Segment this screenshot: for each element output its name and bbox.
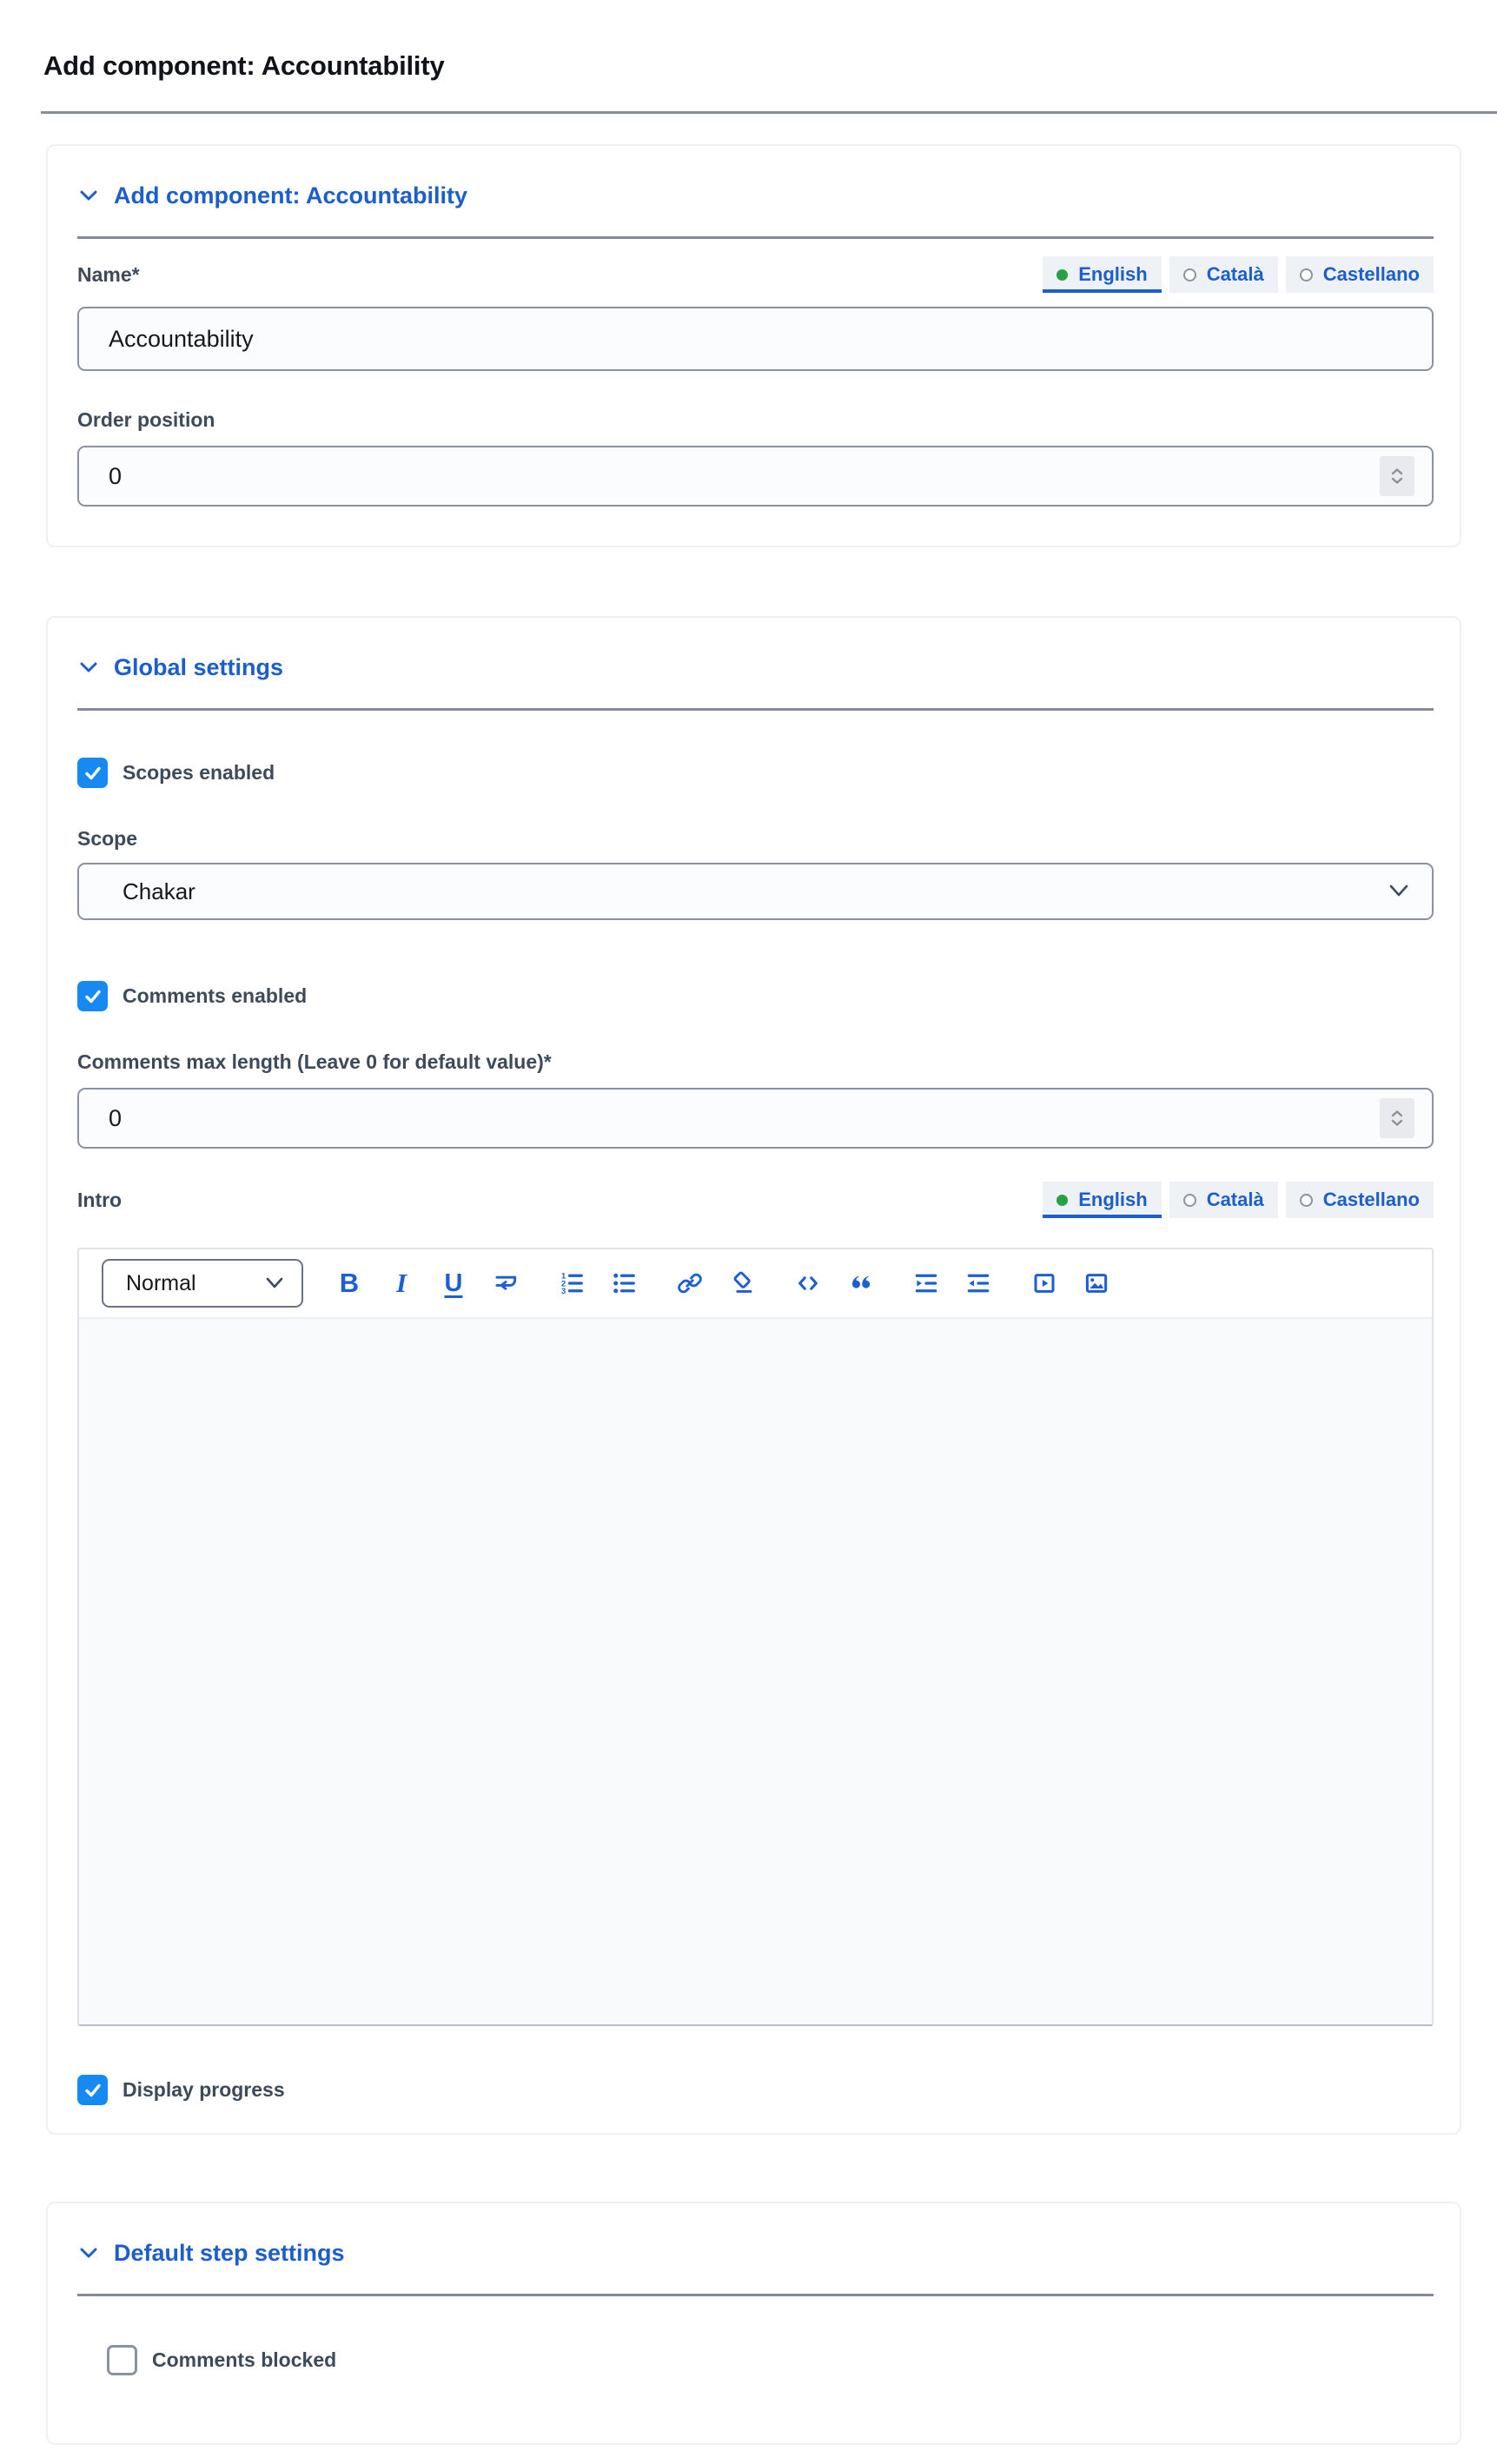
line-break-icon[interactable] — [486, 1263, 526, 1303]
lang-tab-label: Català — [1207, 263, 1264, 286]
chevron-down-icon — [77, 2242, 100, 2264]
card-divider — [77, 708, 1434, 711]
lang-tab-castellano[interactable]: Castellano — [1286, 1182, 1434, 1218]
link-icon[interactable] — [670, 1263, 710, 1303]
checkbox-checked-icon — [77, 2075, 108, 2105]
blockquote-icon[interactable] — [840, 1263, 880, 1303]
scope-select-value: Chakar — [123, 878, 195, 905]
translated-dot-icon — [1057, 1195, 1068, 1206]
comments-blocked-label: Comments blocked — [152, 2348, 336, 2372]
card-legend-label: Add component: Accountability — [114, 182, 467, 209]
comments-enabled-checkbox[interactable]: Comments enabled — [77, 981, 1434, 1011]
name-input[interactable] — [77, 307, 1434, 371]
display-progress-label: Display progress — [123, 2078, 285, 2102]
editor-content-area[interactable] — [79, 1319, 1432, 2024]
scopes-enabled-checkbox[interactable]: Scopes enabled — [77, 758, 1434, 788]
untranslated-circle-icon — [1300, 268, 1313, 282]
video-icon[interactable] — [1024, 1263, 1064, 1303]
image-icon[interactable] — [1076, 1263, 1116, 1303]
order-position-input[interactable] — [77, 446, 1434, 507]
chevron-down-icon — [1388, 884, 1409, 899]
card-divider — [77, 2294, 1434, 2296]
name-label: Name* — [77, 262, 140, 293]
card-legend-label: Global settings — [114, 654, 283, 681]
lang-tab-catala[interactable]: Català — [1169, 256, 1278, 293]
comments-max-length-field — [77, 1088, 1434, 1149]
comments-enabled-label: Comments enabled — [123, 984, 307, 1008]
bullet-list-icon[interactable] — [604, 1263, 644, 1303]
card-add-component-legend[interactable]: Add component: Accountability — [77, 179, 467, 212]
lang-tab-label: English — [1078, 1189, 1147, 1211]
order-position-label: Order position — [77, 407, 1434, 432]
indent-icon[interactable] — [906, 1263, 946, 1303]
page-title: Add component: Accountability — [0, 0, 1497, 83]
text-style-dropdown[interactable]: Normal — [102, 1259, 303, 1308]
chevron-down-icon — [77, 656, 100, 679]
clear-format-icon[interactable] — [722, 1263, 762, 1303]
card-legend-label: Default step settings — [114, 2240, 345, 2267]
checkbox-unchecked-icon — [107, 2345, 137, 2375]
card-global-settings: Global settings Scopes enabled Scope Cha… — [46, 616, 1461, 2135]
lang-tab-label: English — [1078, 263, 1147, 286]
svg-text:3: 3 — [561, 1287, 566, 1295]
editor-toolbar: Normal B I U 123 — [79, 1249, 1432, 1319]
untranslated-circle-icon — [1183, 1194, 1196, 1207]
chevron-down-icon — [265, 1276, 284, 1290]
language-tabs: English Català Castellano — [1043, 1182, 1434, 1218]
comments-blocked-checkbox[interactable]: Comments blocked — [107, 2345, 1434, 2375]
card-divider — [77, 236, 1434, 239]
lang-tab-english[interactable]: English — [1043, 256, 1161, 293]
checkbox-checked-icon — [77, 758, 108, 788]
scopes-enabled-label: Scopes enabled — [123, 761, 275, 785]
chevron-down-icon — [77, 184, 100, 207]
comments-max-length-input[interactable] — [77, 1088, 1434, 1149]
spinner-chevrons-icon — [1388, 467, 1406, 486]
text-style-value: Normal — [126, 1271, 196, 1296]
lang-tab-label: Castellano — [1323, 263, 1420, 286]
title-divider — [41, 111, 1497, 114]
lang-tab-label: Català — [1207, 1189, 1264, 1211]
lang-tab-english[interactable]: English — [1043, 1182, 1161, 1218]
lang-tab-castellano[interactable]: Castellano — [1286, 256, 1434, 293]
number-spinner[interactable] — [1380, 456, 1414, 496]
untranslated-circle-icon — [1183, 268, 1196, 282]
lang-tab-label: Castellano — [1323, 1189, 1420, 1211]
checkbox-checked-icon — [77, 981, 108, 1011]
spinner-chevrons-icon — [1388, 1109, 1406, 1128]
scope-select[interactable]: Chakar — [77, 863, 1434, 920]
display-progress-checkbox[interactable]: Display progress — [77, 2075, 1434, 2105]
code-icon[interactable] — [788, 1263, 828, 1303]
ordered-list-icon[interactable]: 123 — [552, 1263, 592, 1303]
page: Add component: Accountability Add compon… — [0, 0, 1497, 2445]
language-tabs: English Català Castellano — [1043, 256, 1434, 293]
card-default-step-settings-legend[interactable]: Default step settings — [77, 2236, 345, 2269]
translated-dot-icon — [1057, 269, 1068, 281]
card-default-step-settings: Default step settings Comments blocked — [46, 2202, 1461, 2445]
lang-tab-catala[interactable]: Català — [1169, 1182, 1278, 1218]
bold-icon[interactable]: B — [329, 1263, 369, 1303]
underline-icon[interactable]: U — [434, 1263, 474, 1303]
card-global-settings-legend[interactable]: Global settings — [77, 651, 283, 684]
order-position-field — [77, 446, 1434, 507]
untranslated-circle-icon — [1300, 1194, 1313, 1207]
card-add-component: Add component: Accountability Name* Engl… — [46, 144, 1461, 547]
scope-label: Scope — [77, 826, 1434, 851]
italic-icon[interactable]: I — [381, 1263, 421, 1303]
rich-text-editor: Normal B I U 123 — [77, 1248, 1434, 2026]
intro-label: Intro — [77, 1188, 122, 1218]
number-spinner[interactable] — [1380, 1098, 1414, 1138]
comments-max-length-label: Comments max length (Leave 0 for default… — [77, 1050, 1434, 1074]
outdent-icon[interactable] — [958, 1263, 998, 1303]
scope-field: Chakar — [77, 863, 1434, 920]
